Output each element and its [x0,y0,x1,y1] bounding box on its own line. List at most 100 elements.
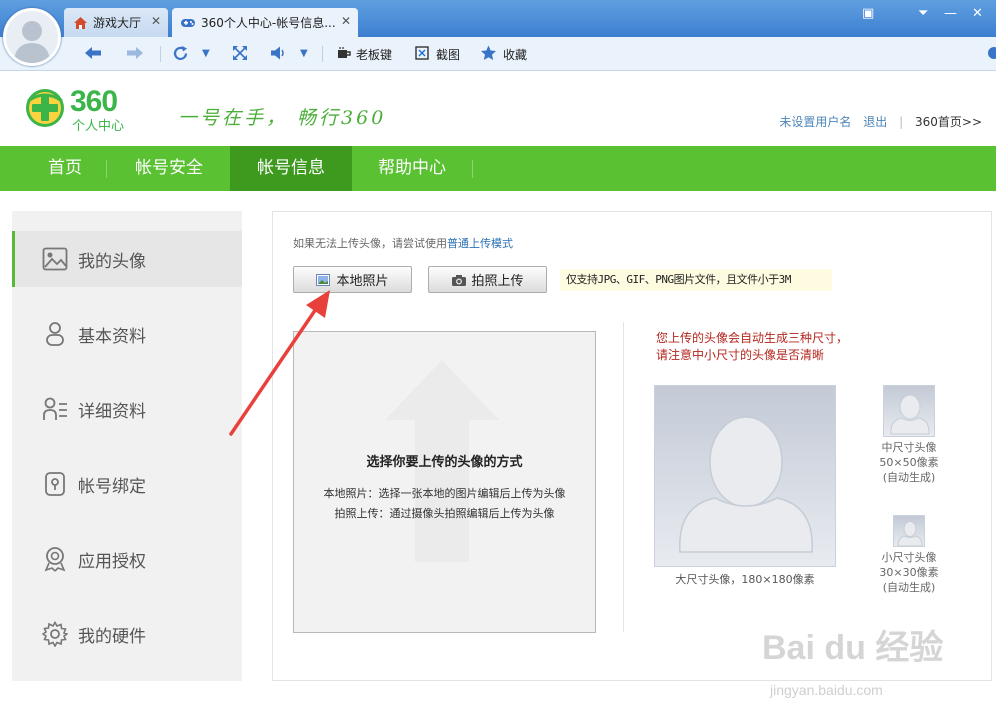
nav-account-info[interactable]: 帐号信息 [230,146,352,191]
small-avatar-caption: 小尺寸头像 30×30像素 (自动生成) [869,550,949,595]
sidebar-item-detailed-info[interactable]: 详细资料 [12,381,242,437]
home-link[interactable]: 360首页>> [915,115,982,129]
tab-close-icon[interactable]: ✕ [341,14,351,28]
nav-divider [472,160,473,178]
user-detail-icon [40,394,70,424]
sidebar-item-label: 我的硬件 [78,626,146,647]
sidebar-item-label: 我的头像 [78,251,146,272]
toolbar-divider [322,46,323,62]
close-window-icon[interactable]: ✕ [972,6,983,21]
sidebar-item-app-authorization[interactable]: 应用授权 [12,531,242,587]
hint-text: 如果无法上传头像，请尝试使用 [293,237,447,250]
normal-upload-link[interactable]: 普通上传模式 [447,237,513,250]
sidebar-item-label: 帐号绑定 [78,476,146,497]
restore-icon[interactable]: ▣ [862,6,874,21]
caption-line: 中尺寸头像 [881,441,937,454]
image-icon [40,244,70,274]
gear-icon [40,619,70,649]
volume-icon[interactable] [270,45,287,65]
medium-avatar-caption: 中尺寸头像 50×50像素 (自动生成) [869,440,949,485]
home-icon [72,15,88,31]
browser-toolbar: ▼ ▼ 老板键 截图 收藏 [0,37,996,71]
size-note: 您上传的头像会自动生成三种尺寸， 请注意中小尺寸的头像是否清晰 [656,330,848,364]
sidebar-item-label: 应用授权 [78,551,146,572]
sidebar-item-label: 基本资料 [78,326,146,347]
watermark-logo: Bai du 经验 [762,629,944,667]
tab-close-icon[interactable]: ✕ [151,14,161,28]
small-avatar-preview [893,515,925,547]
logout-link[interactable]: 退出 [863,115,887,129]
username-link[interactable]: 未设置用户名 [779,115,851,129]
slogan: 一号在手， 畅行360 [178,107,387,129]
logo-text[interactable]: 360 [70,85,118,119]
panel-divider [623,322,624,632]
back-icon[interactable] [84,45,102,65]
picture-icon [316,273,331,286]
chevron-down-icon[interactable]: ▼ [300,45,308,62]
upload-hint: 如果无法上传头像，请尝试使用普通上传模式 [293,235,513,251]
size-note-line: 请注意中小尺寸的头像是否清晰 [656,348,825,362]
nav-account-security[interactable]: 帐号安全 [110,146,228,191]
user-icon [40,319,70,349]
screenshot-button[interactable]: 截图 [436,46,460,63]
upload-area[interactable]: 选择你要上传的头像的方式 本地照片：选择一张本地的图片编辑后上传为头像 拍照上传… [293,331,596,633]
main-nav: 首页 帐号安全 帐号信息 帮助中心 [0,146,996,191]
nav-home[interactable]: 首页 [26,146,104,191]
logo-plus-icon[interactable] [24,87,66,129]
caption-line: (自动生成) [882,471,936,484]
local-photo-label: 本地照片 [336,274,389,289]
tab-label: 360个人中心-帐号信息... [201,16,336,30]
upload-arrow-icon [385,360,499,562]
sidebar-item-account-binding[interactable]: 帐号绑定 [12,456,242,512]
sidebar-item-my-hardware[interactable]: 我的硬件 [12,606,242,662]
minimize-icon[interactable]: — [944,6,957,21]
refresh-icon[interactable] [172,45,189,66]
logo-subtitle: 个人中心 [72,119,125,134]
large-avatar-caption: 大尺寸头像，180×180像素 [675,573,815,586]
star-icon[interactable] [480,45,497,65]
coffee-cup-icon[interactable] [336,45,352,65]
forward-icon[interactable] [126,45,144,65]
lock-icon [40,469,70,499]
camera-upload-label: 拍照上传 [471,274,524,289]
caption-line: 50×50像素 [879,456,939,469]
header-links: 未设置用户名 退出 | 360首页>> [771,113,982,130]
chevron-down-icon[interactable]: ▼ [202,45,210,62]
sidebar-item-my-avatar[interactable]: 我的头像 [12,231,242,287]
medium-avatar-preview [883,385,935,437]
gamepad-icon [180,15,196,31]
menu-dropdown-icon[interactable]: ⏷ [918,6,928,21]
upload-title: 选择你要上传的头像的方式 [366,455,523,470]
fullscreen-icon[interactable] [232,45,248,65]
tab-label: 游戏大厅 [93,16,142,30]
nav-help-center[interactable]: 帮助中心 [354,146,470,191]
caption-line: (自动生成) [882,581,936,594]
upload-desc-local: 本地照片：选择一张本地的图片编辑后上传为头像 [323,487,566,500]
caption-line: 30×30像素 [879,566,939,579]
upload-desc-camera: 拍照上传：通过摄像头拍照编辑后上传为头像 [334,507,555,520]
nav-divider [106,160,107,178]
local-photo-button[interactable]: 本地照片 [293,266,412,293]
badge-icon [40,544,70,574]
camera-icon [451,274,467,286]
toolbar-divider [160,46,161,62]
site-header: 360 个人中心 一号在手， 畅行360 未设置用户名 退出 | 360首页>> [0,71,996,146]
scissors-icon[interactable] [414,45,430,65]
main-panel: 如果无法上传头像，请尝试使用普通上传模式 本地照片 拍照上传 仅支持JPG、GI… [272,211,992,681]
sidebar-item-label: 详细资料 [78,401,146,422]
globe-icon[interactable] [986,45,996,65]
sidebar-item-basic-info[interactable]: 基本资料 [12,306,242,362]
format-tip: 仅支持JPG、GIF、PNG图片文件，且文件小于3M [560,269,832,291]
camera-upload-button[interactable]: 拍照上传 [428,266,547,293]
browser-tab-game-hall[interactable]: 游戏大厅 ✕ [64,8,168,37]
browser-tab-360-account[interactable]: 360个人中心-帐号信息... ✕ [172,8,358,37]
sidebar: 我的头像 基本资料 详细资料 帐号绑定 应用授权 我的硬件 [12,211,242,681]
link-separator: | [899,115,904,129]
favorites-button[interactable]: 收藏 [503,46,527,63]
user-avatar[interactable] [3,8,61,66]
large-avatar-preview [654,385,836,567]
watermark-url: jingyan.baidu.com [770,682,883,698]
caption-line: 小尺寸头像 [881,551,937,564]
boss-key-button[interactable]: 老板键 [356,46,392,63]
size-note-line: 您上传的头像会自动生成三种尺寸， [656,331,849,345]
